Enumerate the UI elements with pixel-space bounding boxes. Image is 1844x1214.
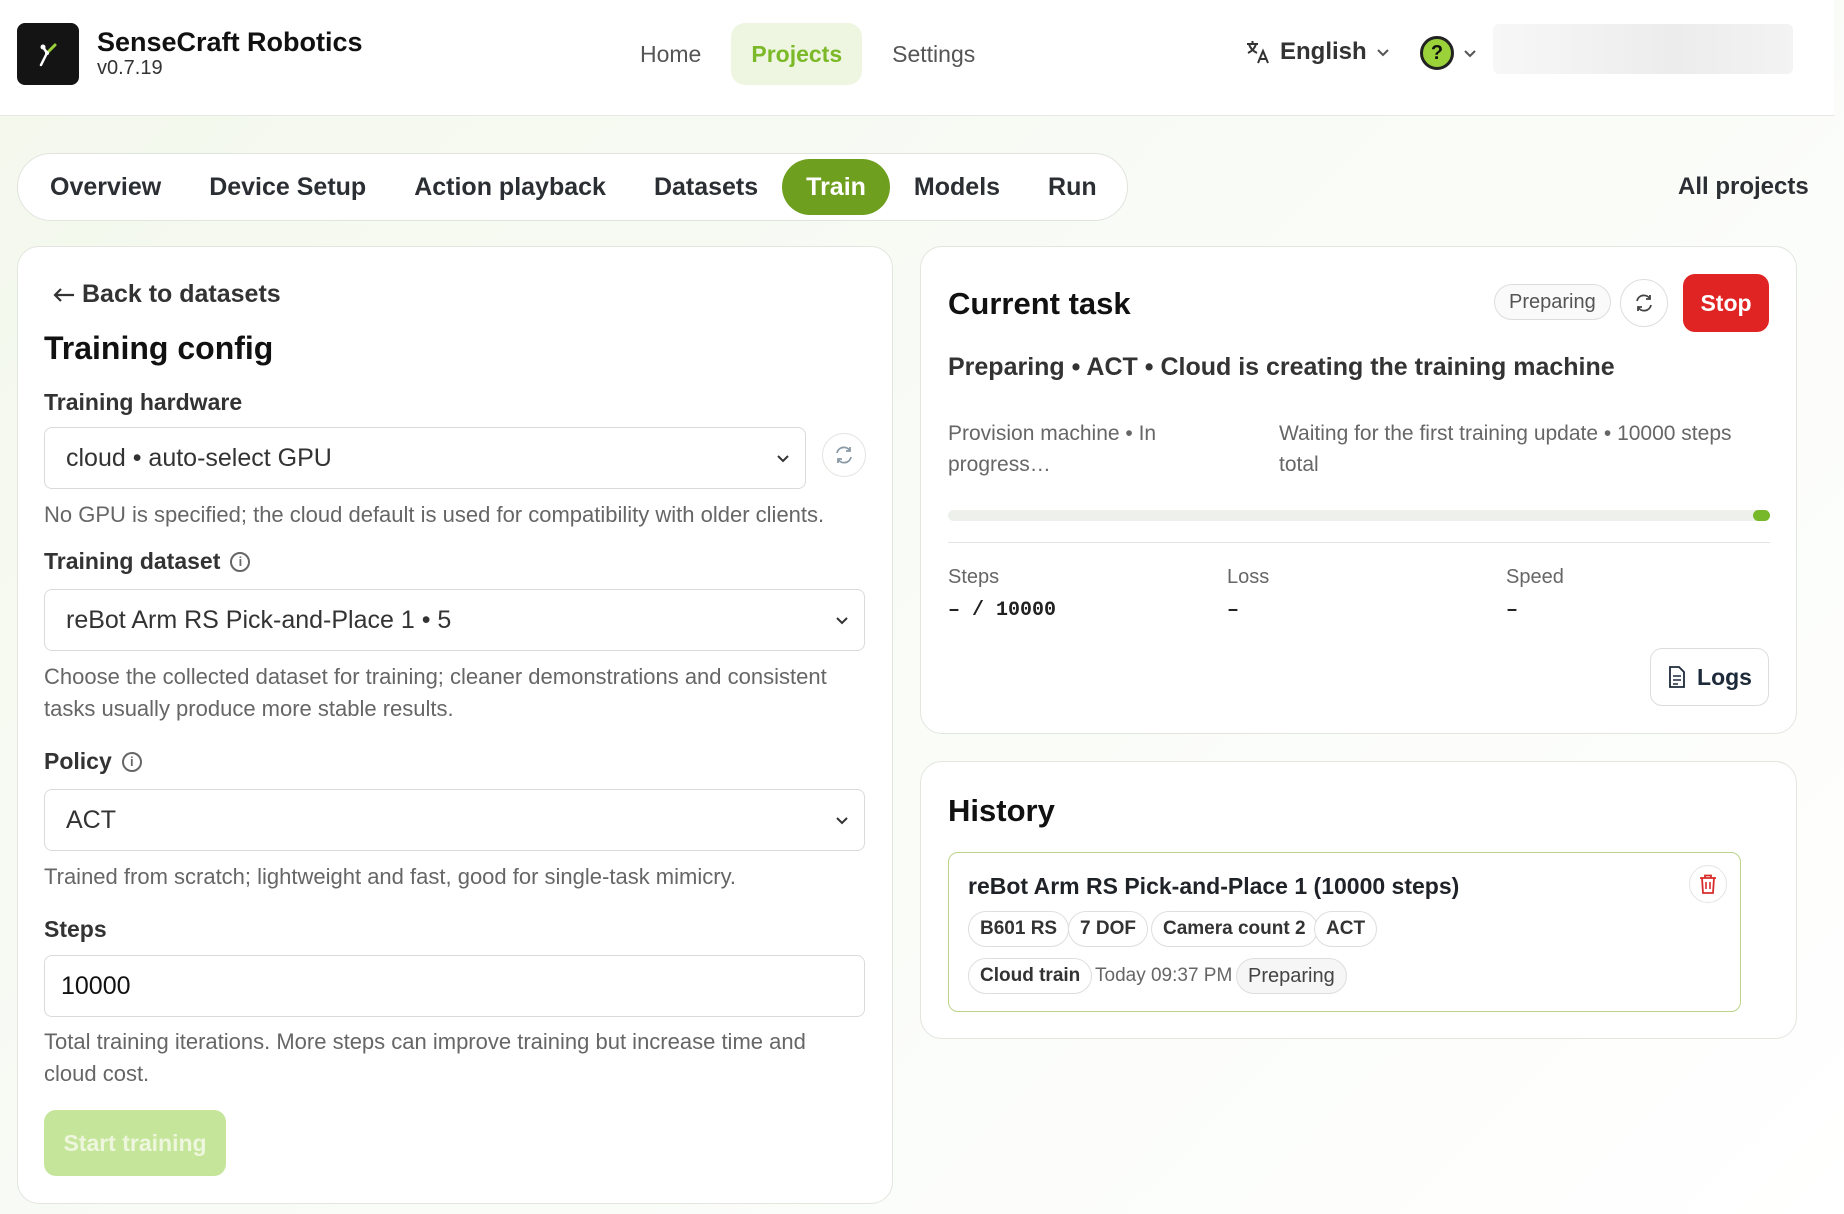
progress-bar [948, 510, 1770, 521]
nav-projects[interactable]: Projects [731, 23, 863, 85]
arrow-left-icon [53, 287, 74, 302]
task-stage-left: Provision machine • In progress… [948, 418, 1208, 480]
training-hardware-label-text: Training hardware [44, 389, 243, 415]
refresh-icon [836, 446, 852, 464]
refresh-task-button[interactable] [1620, 279, 1668, 327]
history-chip-cameras: Camera count 2 [1151, 911, 1318, 947]
training-dataset-label-text: Training dataset [44, 548, 221, 574]
chevron-down-icon [836, 817, 848, 825]
info-icon[interactable]: i [121, 751, 142, 772]
language-selector[interactable]: English [1244, 38, 1391, 66]
training-dataset-help-line1: Choose the collected dataset for trainin… [44, 664, 827, 689]
help-icon: ? [1420, 36, 1454, 70]
main-nav: Home Projects Settings [620, 23, 995, 85]
chevron-down-icon [1376, 49, 1389, 57]
progress-bar-fill [1753, 510, 1770, 521]
steps-help-line1: Total training iterations. More steps ca… [44, 1029, 806, 1054]
status-badge: Preparing [1494, 284, 1611, 320]
top-header: SenseCraft Robotics v0.7.19 Home Project… [0, 0, 1834, 116]
file-icon [1669, 666, 1685, 688]
tab-models[interactable]: Models [890, 159, 1024, 215]
training-hardware-select[interactable]: cloud • auto-select GPU [44, 427, 806, 489]
stat-speed-value: – [1506, 599, 1519, 622]
translate-icon [1247, 41, 1269, 64]
history-item-title: reBot Arm RS Pick-and-Place 1 (10000 ste… [968, 873, 1460, 899]
tab-run[interactable]: Run [1024, 159, 1121, 215]
nav-home[interactable]: Home [620, 23, 721, 85]
training-dataset-label: Training dataset i [44, 548, 251, 575]
steps-label: Steps [44, 916, 107, 943]
training-hardware-value: cloud • auto-select GPU [66, 443, 332, 472]
tab-train[interactable]: Train [782, 159, 890, 215]
tab-action-playback[interactable]: Action playback [390, 159, 630, 215]
back-to-datasets-link[interactable]: Back to datasets [52, 280, 281, 309]
training-config-title: Training config [44, 330, 274, 366]
training-dataset-select[interactable]: reBot Arm RS Pick-and-Place 1 • 5 [44, 589, 865, 651]
history-item-time: Today 09:37 PM [1095, 965, 1233, 986]
project-tabs: Overview Device Setup Action playback Da… [17, 153, 1128, 221]
history-chip-model: B601 RS [968, 911, 1070, 947]
task-summary: Preparing • ACT • Cloud is creating the … [948, 353, 1615, 381]
stat-steps-label: Steps [948, 566, 1000, 588]
training-dataset-help-line2: tasks usually produce more stable result… [44, 696, 454, 721]
task-stage-right-line2: total [1279, 453, 1319, 476]
task-stage-right: Waiting for the first training update • … [1279, 418, 1769, 480]
tab-overview[interactable]: Overview [26, 159, 185, 215]
divider [948, 542, 1770, 543]
brand-name: SenseCraft Robotics [97, 27, 363, 57]
start-training-button[interactable]: Start training [44, 1110, 226, 1176]
history-chip-mode: Cloud train [968, 958, 1093, 994]
training-hardware-help: No GPU is specified; the cloud default i… [44, 502, 825, 527]
stat-speed-label: Speed [1506, 566, 1564, 588]
back-label: Back to datasets [82, 280, 281, 308]
logs-button[interactable]: Logs [1650, 648, 1769, 706]
history-chip-policy: ACT [1314, 911, 1378, 947]
stat-loss-label: Loss [1227, 566, 1270, 588]
policy-select[interactable]: ACT [44, 789, 865, 851]
policy-label: Policy i [44, 748, 142, 775]
user-account-area[interactable] [1493, 24, 1793, 74]
chevron-down-icon [777, 455, 789, 463]
policy-help: Trained from scratch; lightweight and fa… [44, 864, 737, 889]
all-projects-link[interactable]: All projects [1678, 173, 1809, 201]
refresh-icon [1636, 294, 1652, 312]
robot-logo-icon[interactable] [17, 23, 79, 85]
steps-input[interactable]: 10000 [44, 955, 865, 1017]
training-hardware-label: Training hardware [44, 389, 242, 416]
delete-button[interactable] [1689, 865, 1727, 903]
tab-datasets[interactable]: Datasets [630, 159, 782, 215]
logs-label: Logs [1697, 663, 1752, 690]
training-dataset-value: reBot Arm RS Pick-and-Place 1 • 5 [66, 605, 452, 634]
history-title: History [948, 793, 1055, 828]
chevron-down-icon [836, 617, 848, 625]
steps-help: Total training iterations. More steps ca… [44, 1026, 806, 1090]
trash-icon [1700, 874, 1716, 894]
language-label: English [1280, 38, 1367, 65]
chevron-down-icon [1464, 50, 1476, 58]
current-task-title: Current task [948, 286, 1131, 321]
steps-label-text: Steps [44, 916, 107, 942]
info-icon[interactable]: i [230, 551, 251, 572]
steps-help-line2: cloud cost. [44, 1061, 150, 1086]
history-status-badge: Preparing [1236, 958, 1347, 994]
training-dataset-help: Choose the collected dataset for trainin… [44, 661, 827, 725]
stop-button[interactable]: Stop [1683, 274, 1769, 332]
task-stage-left-line1: Provision machine • In [948, 422, 1157, 445]
refresh-hardware-button[interactable] [822, 433, 866, 477]
policy-value: ACT [66, 805, 116, 834]
brand-version: v0.7.19 [97, 57, 163, 79]
nav-settings[interactable]: Settings [872, 23, 995, 85]
history-chip-dof: 7 DOF [1068, 911, 1148, 947]
stat-loss-value: – [1227, 599, 1240, 622]
help-menu[interactable]: ? [1420, 36, 1478, 70]
task-stage-right-line1: Waiting for the first training update • … [1279, 422, 1732, 445]
task-stage-left-line2: progress… [948, 453, 1051, 476]
stat-steps-value: – / 10000 [948, 599, 1057, 622]
tab-device-setup[interactable]: Device Setup [185, 159, 390, 215]
policy-label-text: Policy [44, 748, 112, 774]
